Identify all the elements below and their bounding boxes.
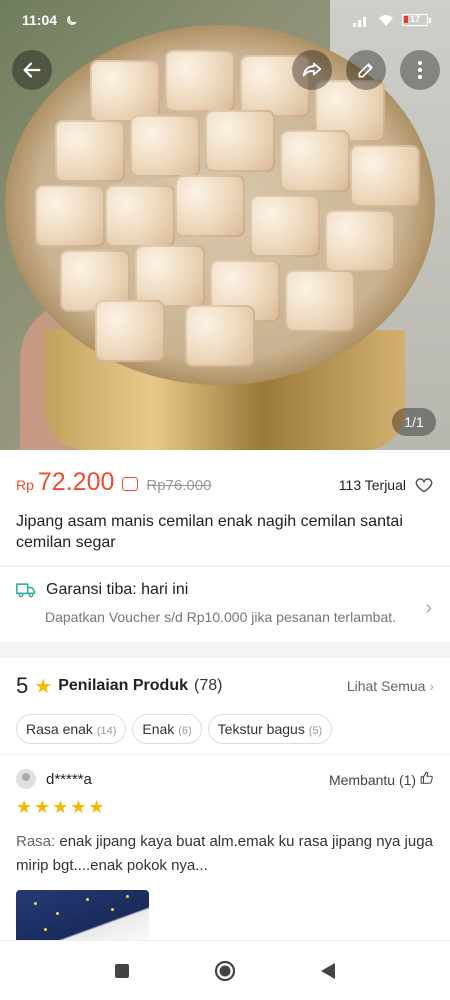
currency-label: Rp: [16, 477, 34, 493]
tag-count: (14): [96, 725, 117, 737]
chevron-right-icon: ›: [429, 678, 434, 694]
divider: [0, 754, 450, 755]
status-bar: 11:04 17: [0, 0, 450, 40]
review-tag[interactable]: Tekstur bagus (5): [207, 714, 333, 744]
tag-label: Enak: [142, 721, 175, 737]
circle-icon: [214, 960, 236, 981]
product-image[interactable]: 11:04 17 1/1: [0, 0, 450, 450]
tag-count: (5): [308, 725, 323, 737]
thumbs-up-icon: [420, 771, 433, 784]
reviews-label: Penilaian Produk: [58, 677, 188, 694]
see-all-label: Lihat Semua: [346, 678, 426, 694]
heart-icon[interactable]: [414, 475, 434, 495]
review-tag[interactable]: Enak (6): [132, 714, 202, 744]
review-body: enak jipang kaya buat alm.emak ku rasa j…: [16, 833, 433, 874]
image-counter: 1/1: [392, 408, 436, 436]
price-section: Rp 72.200 Rp76.000 113 Terjual Jipang as…: [0, 450, 450, 565]
system-nav-bar: [0, 940, 450, 1000]
review-tags: Rasa enak (14) Enak (6) Tekstur bagus (5…: [16, 714, 434, 754]
edit-button[interactable]: [346, 50, 386, 90]
wifi-icon: [379, 14, 393, 26]
edit-icon: [358, 63, 373, 78]
battery-icon: 17: [402, 14, 431, 26]
arrow-left-icon: [23, 62, 41, 78]
see-all-link[interactable]: Lihat Semua ›: [347, 678, 434, 694]
battery-level: 17: [409, 14, 420, 24]
review-username: d*****a: [46, 770, 92, 788]
tag-count: (6): [178, 725, 192, 737]
helpful-label: Membantu (1): [328, 771, 417, 788]
review-tag[interactable]: Rasa enak (14): [16, 714, 127, 744]
more-vertical-icon: [418, 61, 422, 79]
more-button[interactable]: [400, 50, 440, 90]
product-page: 11:04 17 1/1 Rp 72.200 Rp76.000 113 Terj…: [0, 0, 450, 1000]
triangle-back-icon: [321, 962, 336, 979]
shipping-guarantee[interactable]: Garansi tiba: hari ini Dapatkan Voucher …: [0, 566, 450, 642]
moon-icon: [67, 15, 77, 25]
tag-label: Tekstur bagus: [217, 721, 305, 737]
rice-cakes: [35, 45, 420, 367]
recents-button[interactable]: [102, 951, 142, 991]
star-icon: ★: [34, 675, 53, 698]
back-button[interactable]: [12, 50, 52, 90]
original-price: Rp76.000: [146, 477, 212, 494]
signal-icon: [353, 16, 366, 27]
share-icon: [302, 62, 322, 77]
home-button[interactable]: [205, 951, 245, 991]
coin-icon: [122, 477, 139, 491]
reviews-section: 5 ★ Penilaian Produk (78) Lihat Semua › …: [0, 658, 450, 950]
voucher-text: Dapatkan Voucher s/d Rp10.000 jika pesan…: [45, 609, 397, 625]
status-time: 11:04: [22, 12, 58, 28]
review-stars: ★★★★★: [16, 797, 107, 817]
back-nav-button[interactable]: [308, 951, 348, 991]
tag-label: Rasa enak: [26, 721, 93, 737]
product-title: Jipang asam manis cemilan enak nagih cem…: [16, 513, 403, 551]
guarantee-text: Garansi tiba: hari ini: [46, 581, 189, 598]
avatar: [16, 769, 36, 789]
chevron-right-icon: ›: [425, 597, 432, 619]
helpful-button[interactable]: Membantu (1): [329, 771, 434, 788]
square-icon: [114, 963, 129, 978]
truck-icon: [16, 583, 36, 598]
share-button[interactable]: [292, 50, 332, 90]
sold-count: 113 Terjual: [338, 477, 406, 493]
review-text-label: Rasa:: [16, 833, 56, 850]
review-text: Rasa: enak jipang kaya buat alm.emak ku …: [16, 830, 434, 878]
rating-value: 5: [16, 673, 29, 698]
price: 72.200: [37, 468, 115, 496]
reviews-count: (78): [194, 677, 223, 694]
